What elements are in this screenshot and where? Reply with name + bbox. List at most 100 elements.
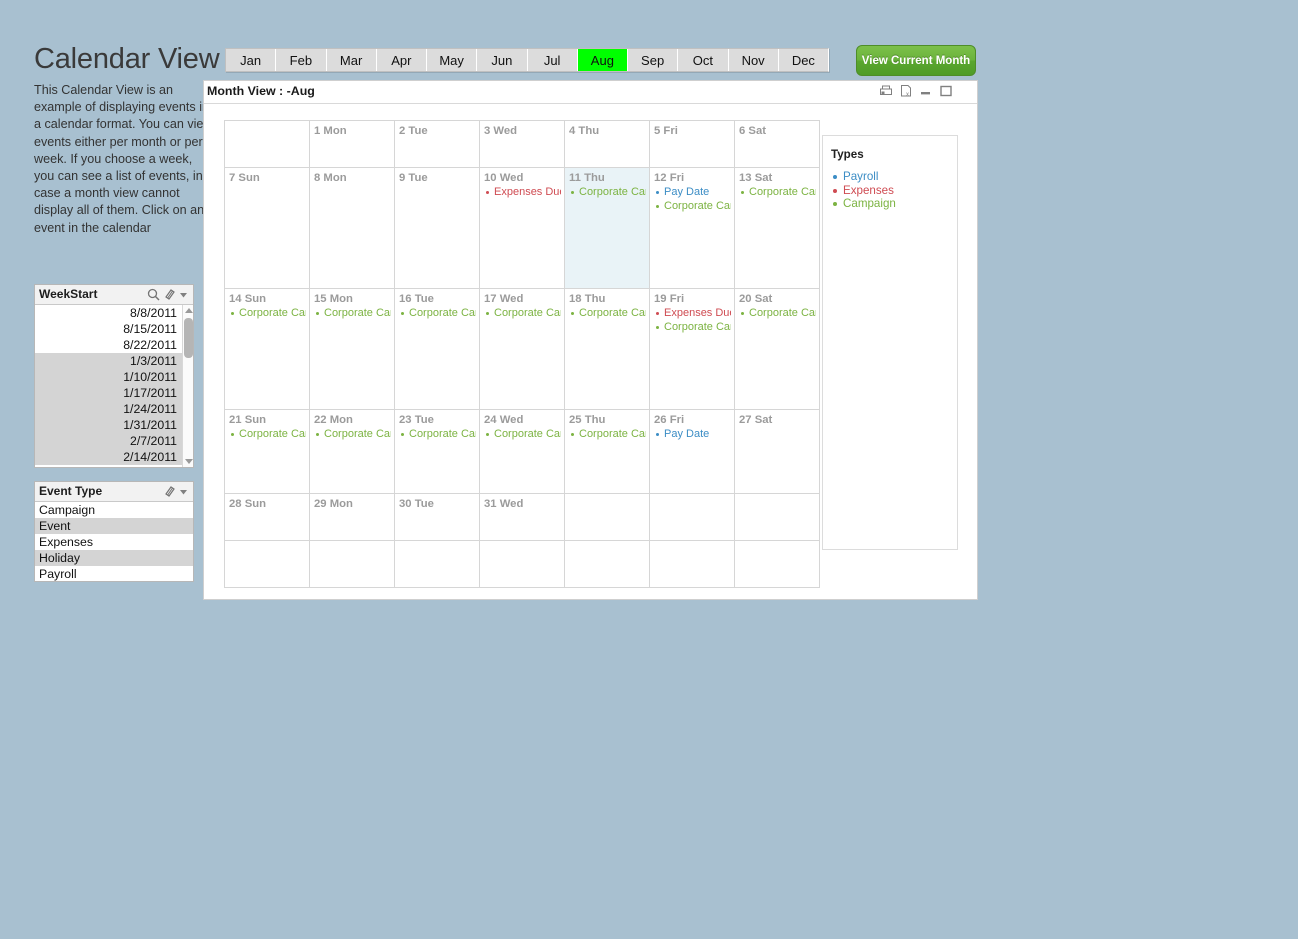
calendar-event[interactable]: Corporate Campaign — [314, 307, 391, 320]
calendar-day-cell[interactable] — [564, 492, 650, 541]
weekstart-filter-list[interactable]: 8/8/2011 8/15/2011 8/22/2011 1/3/2011 1/10/2… — [35, 305, 193, 467]
weekstart-list-item[interactable]: 1/24/2011 — [35, 401, 193, 417]
calendar-day-cell[interactable]: 12 FriPay DateCorporate Campaign — [649, 167, 735, 289]
month-tab-apr[interactable]: Apr — [377, 49, 427, 71]
calendar-day-cell[interactable]: 30 Tue — [394, 492, 480, 541]
calendar-day-cell[interactable]: 8 Mon — [309, 167, 395, 289]
month-tab-may[interactable]: May — [427, 49, 478, 71]
calendar-event[interactable]: Corporate Campaign — [739, 186, 816, 199]
weekstart-list-item[interactable]: 1/3/2011 — [35, 353, 193, 369]
weekstart-list-item[interactable]: 1/31/2011 — [35, 417, 193, 433]
view-current-month-button[interactable]: View Current Month — [856, 45, 976, 76]
calendar-day-cell[interactable]: 9 Tue — [394, 167, 480, 289]
weekstart-list-item[interactable]: 8/8/2011 — [35, 305, 193, 321]
calendar-event[interactable]: Corporate Campaign — [569, 307, 646, 320]
month-tab-feb[interactable]: Feb — [276, 49, 327, 71]
calendar-day-cell[interactable]: 19 FriExpenses DueCorporate Campaign — [649, 287, 735, 410]
month-tab-jul[interactable]: Jul — [528, 49, 578, 71]
calendar-event[interactable]: Corporate Campaign — [654, 200, 731, 213]
calendar-event[interactable]: Expenses Due — [654, 307, 731, 320]
calendar-event[interactable]: Corporate Campaign — [484, 307, 561, 320]
eraser-icon[interactable] — [162, 288, 175, 301]
calendar-day-cell[interactable]: 2 Tue — [394, 119, 480, 169]
month-tab-oct[interactable]: Oct — [678, 49, 729, 71]
event-type-list-item[interactable]: Holiday — [35, 550, 193, 566]
scroll-up-icon[interactable] — [183, 305, 193, 316]
calendar-day-cell[interactable]: 7 Sun — [224, 167, 310, 289]
calendar-day-cell[interactable]: 6 Sat — [734, 119, 820, 169]
minimize-icon[interactable] — [919, 84, 933, 98]
calendar-day-cell[interactable]: 27 Sat — [734, 408, 820, 494]
calendar-day-cell[interactable]: 26 Fri Pay Date — [649, 408, 735, 494]
calendar-day-cell[interactable]: 17 WedCorporate Campaign — [479, 287, 565, 410]
weekstart-list-item[interactable]: 8/22/2011 — [35, 337, 193, 353]
calendar-day-cell[interactable]: 15 MonCorporate Campaign — [309, 287, 395, 410]
calendar-day-cell[interactable]: 14 SunCorporate Campaign — [224, 287, 310, 410]
calendar-day-cell[interactable] — [734, 492, 820, 541]
weekstart-list-item[interactable]: 2/14/2011 — [35, 449, 193, 465]
calendar-day-cell[interactable]: 4 Thu — [564, 119, 650, 169]
month-tab-strip[interactable]: Jan Feb Mar Apr May Jun Jul Aug Sep Oct Nov Dec — [225, 48, 829, 72]
month-tab-sep[interactable]: Sep — [628, 49, 679, 71]
calendar-day-cell[interactable]: 16 TueCorporate Campaign — [394, 287, 480, 410]
calendar-day-cell[interactable]: 5 Fri — [649, 119, 735, 169]
chevron-down-icon[interactable] — [177, 485, 190, 498]
print-icon[interactable] — [879, 84, 893, 98]
calendar-day-cell[interactable]: 31 Wed — [479, 492, 565, 541]
calendar-day-cell[interactable]: 25 ThuCorporate Campaign — [564, 408, 650, 494]
calendar-day-cell[interactable]: 28 Sun — [224, 492, 310, 541]
calendar-day-cell[interactable] — [564, 539, 650, 589]
calendar-day-cell[interactable]: 24 WedCorporate Campaign — [479, 408, 565, 494]
calendar-event[interactable]: Corporate Campaign — [314, 428, 391, 441]
eraser-icon[interactable] — [162, 485, 175, 498]
calendar-event[interactable]: Corporate Campaign — [229, 428, 306, 441]
weekstart-scrollbar[interactable] — [182, 305, 193, 467]
calendar-day-cell[interactable] — [394, 539, 480, 589]
calendar-event[interactable]: Corporate Campaign — [399, 307, 476, 320]
weekstart-filter-panel[interactable]: WeekStart 8/8/2011 8/15/2011 8/22/2011 1/3/… — [34, 284, 194, 468]
scroll-down-icon[interactable] — [183, 456, 193, 467]
month-tab-aug[interactable]: Aug — [577, 49, 628, 71]
calendar-day-cell[interactable] — [224, 539, 310, 589]
month-tab-jun[interactable]: Jun — [477, 49, 528, 71]
chevron-down-icon[interactable] — [177, 288, 190, 301]
calendar-event[interactable]: Expenses Due — [484, 186, 561, 199]
calendar-day-cell[interactable] — [224, 119, 310, 169]
event-type-list-item[interactable]: Event — [35, 518, 193, 534]
calendar-day-cell[interactable]: 10 Wed Expenses Due — [479, 167, 565, 289]
weekstart-list-item[interactable]: 8/15/2011 — [35, 321, 193, 337]
weekstart-list-item[interactable]: 1/10/2011 — [35, 369, 193, 385]
calendar-event[interactable]: Pay Date — [654, 428, 731, 441]
event-type-list-item[interactable]: Expenses — [35, 534, 193, 550]
calendar-day-cell[interactable]: 21 SunCorporate Campaign — [224, 408, 310, 494]
weekstart-list-item[interactable]: 1/17/2011 — [35, 385, 193, 401]
calendar-day-cell[interactable] — [309, 539, 395, 589]
legend-item-expenses[interactable]: Expenses — [831, 184, 957, 198]
event-type-list-item[interactable]: Payroll — [35, 566, 193, 581]
calendar-day-cell[interactable] — [649, 492, 735, 541]
calendar-day-cell[interactable]: 29 Mon — [309, 492, 395, 541]
calendar-day-cell[interactable]: 20 SatCorporate Campaign — [734, 287, 820, 410]
calendar-event[interactable]: Corporate Campaign — [569, 428, 646, 441]
calendar-event[interactable]: Corporate Campaign — [569, 186, 646, 199]
month-tab-mar[interactable]: Mar — [327, 49, 377, 71]
calendar-day-cell[interactable]: 11 ThuCorporate Campaign — [564, 167, 650, 289]
event-type-list-item[interactable]: Campaign — [35, 502, 193, 518]
search-icon[interactable] — [147, 288, 160, 301]
calendar-day-cell[interactable] — [649, 539, 735, 589]
calendar-event[interactable]: Corporate Campaign — [399, 428, 476, 441]
export-excel-icon[interactable]: x — [899, 84, 913, 98]
calendar-event[interactable]: Pay Date — [654, 186, 731, 199]
calendar-day-cell[interactable]: 1 Mon — [309, 119, 395, 169]
month-tab-jan[interactable]: Jan — [226, 49, 277, 71]
calendar-day-cell[interactable] — [479, 539, 565, 589]
weekstart-list-item[interactable]: 2/7/2011 — [35, 433, 193, 449]
month-tab-nov[interactable]: Nov — [729, 49, 779, 71]
calendar-event[interactable]: Corporate Campaign — [484, 428, 561, 441]
legend-item-campaign[interactable]: Campaign — [831, 197, 957, 211]
maximize-icon[interactable] — [939, 84, 953, 98]
calendar-day-cell[interactable]: 18 ThuCorporate Campaign — [564, 287, 650, 410]
calendar-event[interactable]: Corporate Campaign — [654, 321, 731, 334]
event-type-filter-list[interactable]: Campaign Event Expenses Holiday Payroll — [35, 502, 193, 581]
calendar-day-cell[interactable]: 13 SatCorporate Campaign — [734, 167, 820, 289]
